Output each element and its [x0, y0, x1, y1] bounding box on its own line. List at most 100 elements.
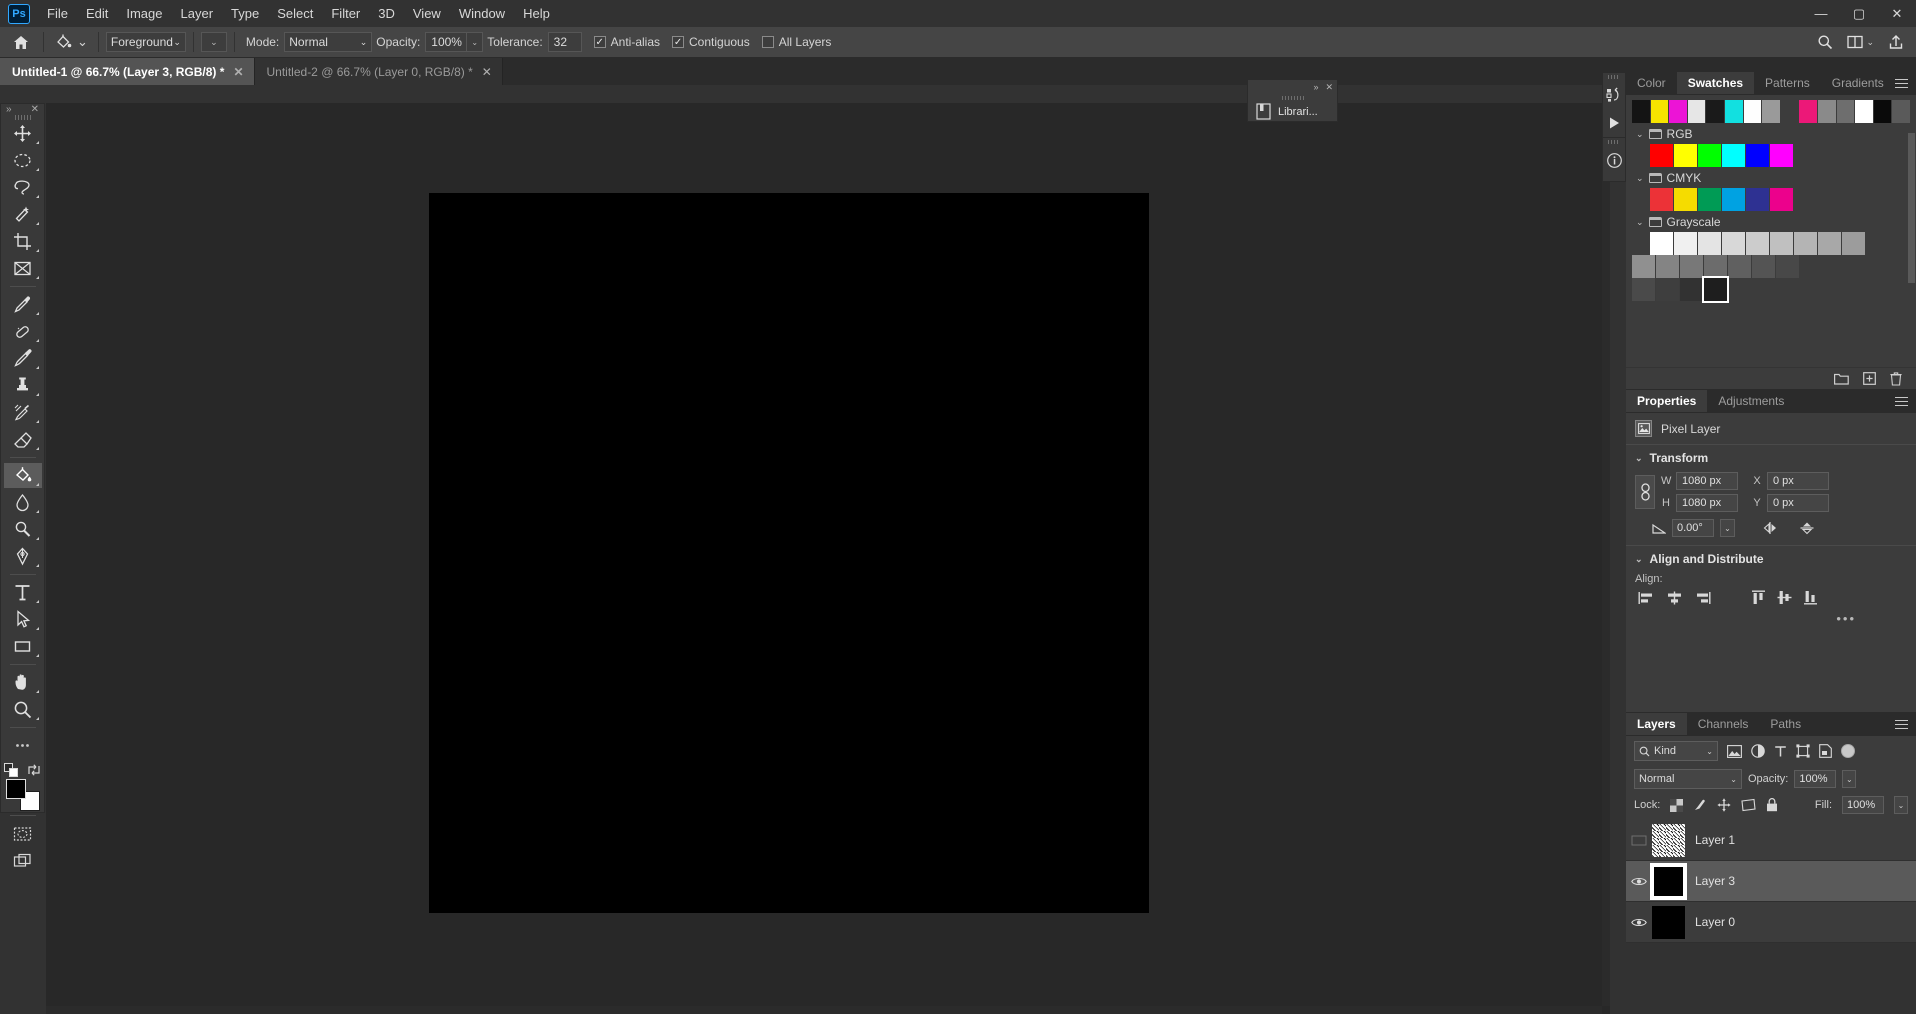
frame-tool[interactable] [4, 256, 42, 281]
paint-bucket-tool[interactable] [3, 463, 42, 488]
clone-stamp-tool[interactable] [4, 373, 42, 398]
menu-item-image[interactable]: Image [117, 2, 171, 25]
fill-source-select[interactable]: Foreground ⌄ [105, 32, 186, 52]
link-icon[interactable] [1635, 475, 1655, 509]
share-icon[interactable] [1888, 34, 1904, 50]
adjustment-filter-icon[interactable] [1751, 744, 1765, 758]
quick-mask-button[interactable] [4, 821, 42, 846]
libraries-collapse-icon[interactable]: » [1313, 82, 1318, 92]
align-bottom-icon[interactable] [1803, 590, 1818, 605]
eyedropper-tool[interactable] [4, 292, 42, 317]
tab-properties[interactable]: Properties [1626, 390, 1708, 412]
history-icon[interactable] [1602, 81, 1626, 109]
history-brush-tool[interactable] [4, 400, 42, 425]
close-button[interactable]: ✕ [1878, 0, 1916, 27]
transform-section-header[interactable]: ⌄ Transform [1626, 444, 1916, 470]
swatch-gray-0-6[interactable] [1794, 232, 1817, 255]
marquee-tool[interactable] [4, 148, 42, 173]
arrange-documents-icon[interactable]: ⌄ [1847, 35, 1874, 49]
flip-vertical-icon[interactable] [1799, 520, 1815, 536]
path-selection-tool[interactable] [4, 607, 42, 632]
info-icon[interactable] [1602, 146, 1626, 174]
align-section-header[interactable]: ⌄ Align and Distribute [1626, 545, 1916, 571]
swatch-recent-11[interactable] [1836, 100, 1855, 123]
blur-tool[interactable] [4, 490, 42, 515]
opacity-stepper[interactable]: ⌄ [467, 32, 484, 52]
checkbox-all-layers[interactable]: All Layers [761, 35, 831, 49]
height-input[interactable]: 1080 px [1676, 494, 1738, 512]
swatch-cmyk-0[interactable] [1650, 188, 1673, 211]
lock-artboard-icon[interactable] [1741, 798, 1756, 812]
swatch-gray-0-7[interactable] [1818, 232, 1841, 255]
align-more-button[interactable]: ••• [1626, 611, 1916, 634]
menu-item-select[interactable]: Select [268, 2, 322, 25]
blend-mode-select[interactable]: Normal ⌄ [284, 32, 373, 52]
layer-visibility-toggle[interactable] [1626, 876, 1652, 887]
tab-patterns[interactable]: Patterns [1754, 72, 1821, 94]
canvas-scrollbar-vertical[interactable] [1602, 103, 1610, 1006]
swatch-gray-1-1[interactable] [1656, 255, 1679, 278]
swatch-gray-1-0[interactable] [1632, 255, 1655, 278]
layer-row[interactable]: Layer 1 [1626, 820, 1916, 861]
swatch-recent-9[interactable] [1799, 100, 1817, 123]
lock-position-icon[interactable] [1717, 798, 1731, 812]
swatch-cmyk-1[interactable] [1674, 188, 1697, 211]
swatch-recent-7[interactable] [1762, 100, 1780, 123]
align-left-icon[interactable] [1638, 591, 1655, 605]
layer-row[interactable]: Layer 3 [1626, 861, 1916, 902]
opacity-input[interactable]: 100% [425, 32, 468, 52]
document-canvas[interactable] [429, 193, 1149, 913]
swatch-recent-6[interactable] [1743, 100, 1762, 123]
swatch-recent-13[interactable] [1873, 100, 1892, 123]
layer-filter-toggle[interactable] [1841, 744, 1855, 758]
hand-tool[interactable] [4, 670, 42, 695]
zoom-tool[interactable] [4, 697, 42, 722]
libraries-panel-body[interactable]: Librari... [1248, 101, 1337, 122]
type-filter-icon[interactable] [1774, 745, 1787, 758]
libraries-close-icon[interactable]: ✕ [1325, 82, 1333, 93]
swatch-gray-2-0[interactable] [1632, 278, 1655, 301]
dodge-tool[interactable] [4, 517, 42, 542]
tab-channels[interactable]: Channels [1686, 713, 1760, 735]
canvas-stage[interactable] [46, 103, 1610, 1014]
tab-adjustments[interactable]: Adjustments [1707, 390, 1796, 412]
eraser-tool[interactable] [4, 427, 42, 452]
menu-item-edit[interactable]: Edit [77, 2, 117, 25]
document-tab-1[interactable]: Untitled-1 @ 66.7% (Layer 3, RGB/8) * ✕ [0, 58, 255, 85]
x-input[interactable]: 0 px [1767, 472, 1829, 490]
swatch-recent-10[interactable] [1817, 100, 1836, 123]
swatch-group-grayscale[interactable]: ⌄ Grayscale [1632, 211, 1910, 232]
swatch-recent-14[interactable] [1892, 100, 1910, 123]
tolerance-input[interactable]: 32 [547, 32, 582, 52]
swatch-gray-2-2[interactable] [1680, 278, 1703, 301]
swatch-cmyk-3[interactable] [1722, 188, 1745, 211]
swatch-recent-8[interactable] [1781, 100, 1799, 123]
swatch-gray-0-5[interactable] [1770, 232, 1793, 255]
swatch-group-cmyk[interactable]: ⌄ CMYK [1632, 167, 1910, 188]
swatch-gray-2-3[interactable] [1704, 278, 1727, 301]
swatch-gray-1-6[interactable] [1776, 255, 1799, 278]
swatch-gray-0-2[interactable] [1698, 232, 1721, 255]
tool-preset-picker[interactable]: ⌄ [51, 31, 91, 53]
swatch-gray-0-0[interactable] [1650, 232, 1673, 255]
new-swatch-icon[interactable] [1863, 372, 1876, 385]
tab-paths[interactable]: Paths [1759, 713, 1813, 735]
foreground-color-swatch[interactable] [5, 779, 26, 799]
layer-thumbnail[interactable] [1652, 823, 1685, 857]
swatches-panel-menu[interactable] [1895, 72, 1916, 94]
layers-panel-menu[interactable] [1895, 713, 1916, 735]
minimize-button[interactable]: — [1802, 0, 1840, 27]
menu-item-help[interactable]: Help [514, 2, 559, 25]
type-tool[interactable] [4, 580, 42, 605]
swatch-recent-2[interactable] [1669, 100, 1687, 123]
screen-mode-button[interactable] [4, 848, 42, 873]
align-center-horizontal-icon[interactable] [1666, 591, 1683, 605]
swatch-recent-4[interactable] [1706, 100, 1724, 123]
align-top-icon[interactable] [1751, 590, 1766, 605]
swatch-rgb-3[interactable] [1722, 144, 1745, 167]
checkbox-anti-alias[interactable]: ✓ Anti-alias [593, 35, 660, 49]
swatch-gray-0-1[interactable] [1674, 232, 1697, 255]
layer-kind-select[interactable]: Kind ⌄ [1634, 741, 1718, 761]
layer-visibility-toggle[interactable] [1626, 917, 1652, 928]
swatch-gray-1-2[interactable] [1680, 255, 1703, 278]
